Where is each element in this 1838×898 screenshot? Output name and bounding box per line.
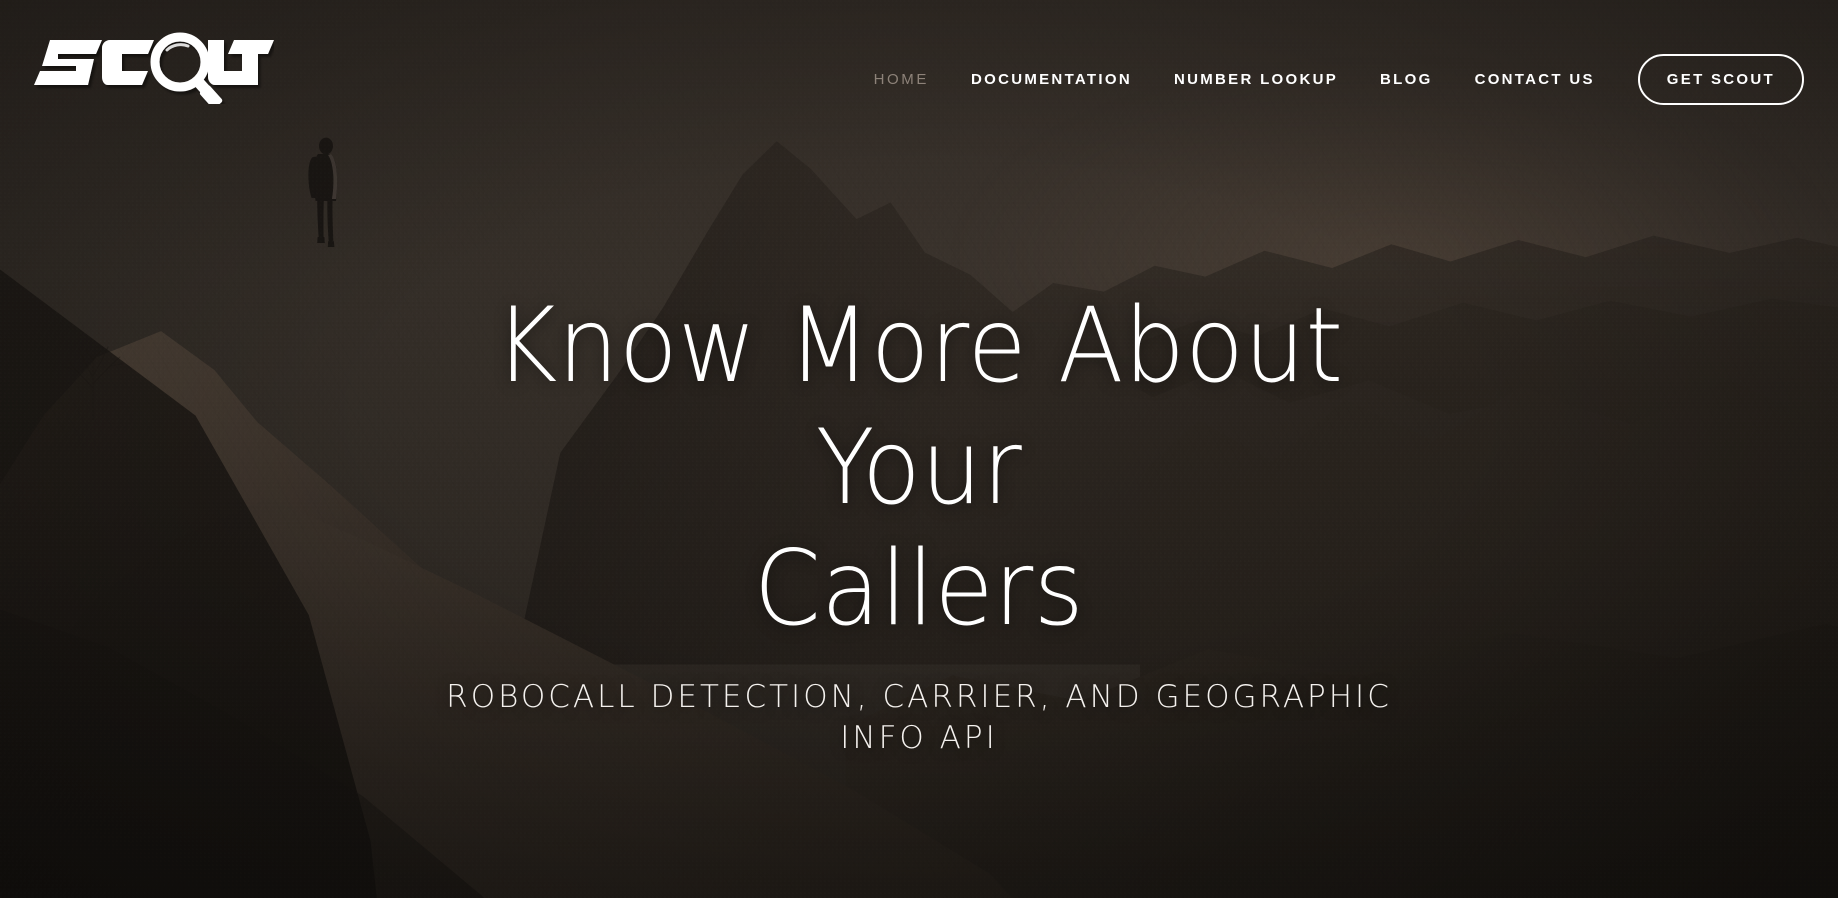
- hero-title: Know More About Your Callers: [398, 286, 1440, 651]
- hero-subtitle-line-2: INFO API: [840, 719, 998, 756]
- nav-item-contact-us[interactable]: CONTACT US: [1454, 61, 1616, 98]
- hero-copy: Know More About Your Callers ROBOCALL DE…: [0, 286, 1838, 758]
- hero-title-line-1: Know More About Your: [494, 286, 1344, 528]
- hero-subtitle: ROBOCALL DETECTION, CARRIER, AND GEOGRAP…: [389, 677, 1449, 759]
- hero-subtitle-line-1: ROBOCALL DETECTION, CARRIER, AND GEOGRAP…: [446, 678, 1392, 715]
- nav-item-documentation[interactable]: DOCUMENTATION: [950, 61, 1153, 98]
- get-scout-button[interactable]: GET SCOUT: [1637, 54, 1804, 105]
- hero-title-line-2: Callers: [753, 529, 1085, 650]
- scout-logo[interactable]: [28, 20, 274, 104]
- nav-item-home[interactable]: HOME: [853, 61, 950, 98]
- hero-section: HOME DOCUMENTATION NUMBER LOOKUP BLOG CO…: [0, 0, 1838, 898]
- site-header: HOME DOCUMENTATION NUMBER LOOKUP BLOG CO…: [0, 0, 1838, 122]
- main-navigation: HOME DOCUMENTATION NUMBER LOOKUP BLOG CO…: [853, 18, 1814, 105]
- nav-item-number-lookup[interactable]: NUMBER LOOKUP: [1153, 61, 1359, 98]
- nav-item-blog[interactable]: BLOG: [1359, 61, 1454, 98]
